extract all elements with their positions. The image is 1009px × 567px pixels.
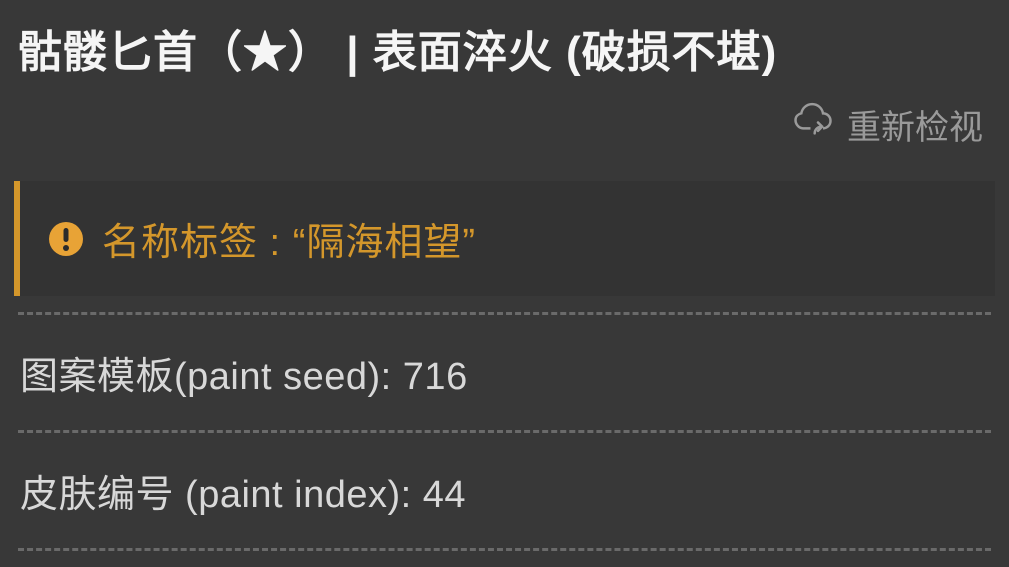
paint-index-row: 皮肤编号 (paint index): 44: [18, 433, 991, 548]
paint-seed-label: 图案模板(paint seed):: [20, 356, 392, 398]
paint-index-label: 皮肤编号 (paint index):: [20, 474, 412, 516]
item-title: 骷髅匕首（★） | 表面淬火 (破损不堪): [18, 20, 991, 86]
refresh-button[interactable]: 重新检视: [793, 100, 983, 149]
nametag-value: “隔海相望”: [293, 222, 476, 264]
nametag-text: 名称标签 : “隔海相望”: [102, 211, 476, 266]
nametag-banner: 名称标签 : “隔海相望”: [14, 181, 995, 296]
paint-index-value: 44: [423, 474, 466, 516]
paint-seed-row: 图案模板(paint seed): 716: [18, 315, 991, 430]
paint-seed-value: 716: [403, 356, 468, 398]
cloud-refresh-icon: [793, 100, 833, 149]
divider: [18, 548, 991, 551]
alert-icon: [48, 221, 84, 257]
refresh-label: 重新检视: [847, 100, 983, 149]
nametag-prefix: 名称标签 :: [102, 222, 281, 264]
